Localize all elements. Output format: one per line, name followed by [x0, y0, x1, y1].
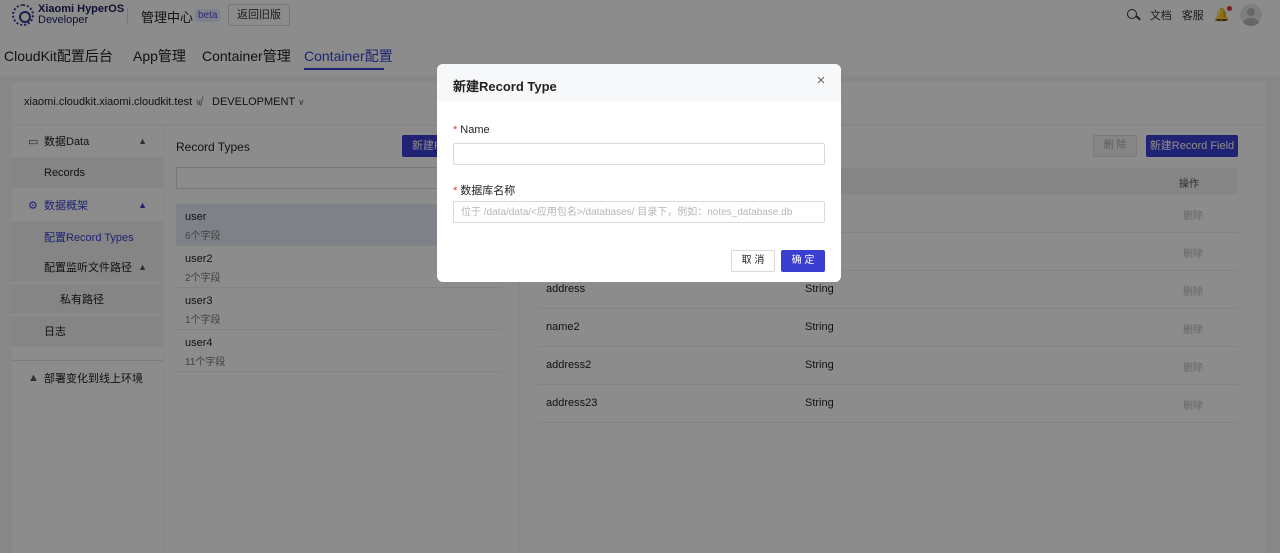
dialog-header: 新建Record Type ×: [437, 64, 841, 102]
db-name-input[interactable]: [453, 201, 825, 223]
close-icon[interactable]: ×: [813, 73, 829, 89]
dialog-title: 新建Record Type: [453, 79, 557, 94]
new-record-type-dialog: 新建Record Type × *Name *数据库名称 取 消 确 定: [437, 64, 841, 282]
db-name-field-label: * 数据库名称: [453, 182, 515, 198]
name-input[interactable]: [453, 143, 825, 165]
required-mark: *: [453, 124, 458, 136]
required-mark: *: [453, 185, 458, 197]
name-field-label: * Name: [453, 124, 490, 136]
name-label-text: Name: [460, 124, 490, 136]
db-label-text: 数据库名称: [460, 185, 516, 197]
confirm-button[interactable]: 确 定: [781, 250, 825, 272]
cancel-button[interactable]: 取 消: [731, 250, 775, 272]
